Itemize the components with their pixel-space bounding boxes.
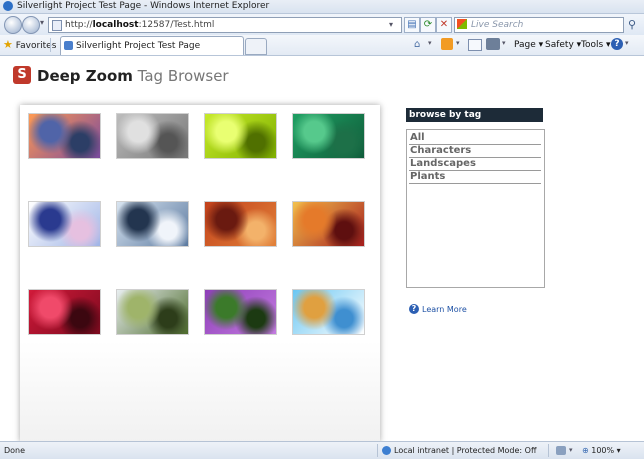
home-dropdown-icon[interactable]: ▾	[428, 39, 432, 47]
favorites-star-icon: ★	[3, 38, 13, 51]
search-icon[interactable]: ⚲	[624, 17, 640, 33]
tag-all[interactable]: All	[409, 132, 541, 145]
address-url: http://localhost:12587/Test.html	[65, 20, 215, 30]
page-menu[interactable]: Page ▾	[514, 38, 543, 52]
ie-logo-icon	[3, 1, 13, 11]
tab-favicon	[64, 41, 73, 50]
address-bar[interactable]: http://localhost:12587/Test.html ▾	[48, 17, 402, 33]
home-icon[interactable]: ⌂	[414, 38, 428, 52]
search-box[interactable]: Live Search	[454, 17, 624, 33]
thumbnail-waterfall[interactable]	[116, 289, 189, 335]
tag-plants[interactable]: Plants	[409, 171, 541, 184]
divider	[548, 444, 549, 457]
page-icon	[52, 20, 62, 31]
status-bar: Done Local intranet | Protected Mode: Of…	[0, 441, 644, 459]
zoom-level[interactable]: ⊕ 100% ▾	[582, 442, 621, 459]
learn-more-link[interactable]: ? Learn More	[409, 302, 467, 314]
navigation-bar: ▾ http://localhost:12587/Test.html ▾ ▤ ⟳…	[0, 14, 644, 36]
address-dropdown-icon[interactable]: ▾	[389, 20, 393, 29]
read-mail-icon[interactable]	[468, 39, 482, 51]
live-search-logo-icon	[457, 19, 467, 29]
back-button[interactable]	[4, 16, 22, 34]
search-input[interactable]: Live Search	[471, 18, 523, 32]
new-tab-button[interactable]	[245, 38, 267, 55]
divider	[377, 444, 378, 457]
tag-list: All Characters Landscapes Plants	[406, 129, 545, 288]
page-title: Deep Zoom Tag Browser	[37, 67, 229, 85]
thumbnail-cartoon-character[interactable]	[28, 201, 101, 247]
divider	[50, 38, 51, 52]
favorites-button[interactable]: ★ Favorites	[3, 37, 56, 52]
protected-mode-icon[interactable]	[556, 446, 566, 455]
feeds-dropdown-icon[interactable]: ▾	[456, 39, 460, 47]
thumbnail-green-bubbles[interactable]	[204, 113, 277, 159]
thumbnail-red-canyon[interactable]	[204, 201, 277, 247]
help-circle-icon: ?	[409, 304, 419, 314]
print-icon[interactable]	[486, 38, 500, 50]
security-zone[interactable]: Local intranet | Protected Mode: Off	[382, 442, 536, 459]
compatibility-icon[interactable]: ▤	[404, 17, 420, 33]
tag-characters[interactable]: Characters	[409, 145, 541, 158]
print-dropdown-icon[interactable]: ▾	[502, 39, 506, 47]
tag-landscapes[interactable]: Landscapes	[409, 158, 541, 171]
thumbnail-gray-characters[interactable]	[116, 113, 189, 159]
browse-by-tag-header: browse by tag	[406, 108, 543, 122]
thumbnail-floating-island[interactable]	[292, 289, 365, 335]
thumbnail-mountain-lake[interactable]	[116, 201, 189, 247]
thumbnail-red-flower[interactable]	[28, 289, 101, 335]
status-dropdown-icon[interactable]: ▾	[569, 442, 573, 459]
refresh-icon[interactable]: ⟳	[420, 17, 436, 33]
stop-icon[interactable]: ✕	[436, 17, 452, 33]
thumbnail-sunset-coast[interactable]	[28, 113, 101, 159]
status-text: Done	[4, 446, 26, 455]
thumbnail-autumn-leaves[interactable]	[292, 201, 365, 247]
thumbnail-purple-thistle[interactable]	[204, 289, 277, 335]
deep-zoom-viewer[interactable]	[20, 105, 380, 442]
globe-icon	[382, 446, 391, 455]
safety-menu[interactable]: Safety ▾	[545, 38, 581, 52]
zoom-icon: ⊕	[582, 446, 589, 455]
help-dropdown-icon[interactable]: ▾	[625, 39, 629, 47]
window-title: Silverlight Project Test Page - Windows …	[17, 1, 270, 11]
forward-button[interactable]	[22, 16, 40, 34]
tab-silverlight-test[interactable]: Silverlight Project Test Page	[60, 36, 244, 55]
tools-menu[interactable]: Tools ▾	[581, 38, 611, 52]
help-icon[interactable]: ?	[611, 38, 623, 50]
recent-pages-icon[interactable]: ▾	[40, 18, 44, 27]
thumbnail-green-leaves[interactable]	[292, 113, 365, 159]
tab-title: Silverlight Project Test Page	[76, 41, 201, 51]
favorites-bar: ★ Favorites Silverlight Project Test Pag…	[0, 35, 644, 56]
title-bar: Silverlight Project Test Page - Windows …	[0, 0, 644, 14]
feeds-icon[interactable]	[441, 38, 453, 50]
deep-zoom-logo-icon: S	[13, 66, 31, 84]
